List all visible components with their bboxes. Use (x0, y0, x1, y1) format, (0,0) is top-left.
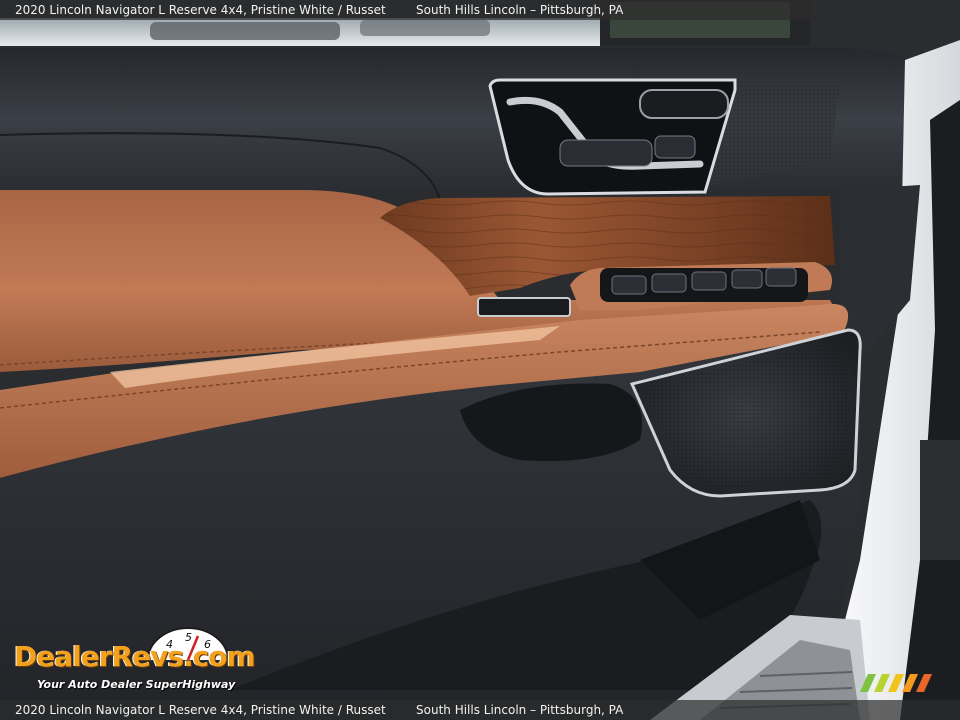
brand-wordmark: DealerRevs.com (14, 640, 256, 673)
parked-car-reflection-2 (360, 20, 490, 36)
vehicle-caption-bottom: 2020 Lincoln Navigator L Reserve 4x4, Pr… (15, 703, 386, 717)
dealer-caption: South Hills Lincoln – Pittsburgh, PA (416, 3, 624, 17)
brand-tagline: Your Auto Dealer SuperHighway (37, 678, 236, 691)
photo-frame: 2020 Lincoln Navigator L Reserve 4x4, Pr… (0, 0, 960, 720)
caption-bar-top: 2020 Lincoln Navigator L Reserve 4x4, Pr… (0, 0, 960, 20)
pull-handle-chrome (477, 297, 571, 317)
dealerrevs-logo: 4 5 6 DealerRevs.com Your Auto Dealer Su… (10, 626, 266, 696)
floor-grille (920, 440, 960, 560)
stripes-logo (860, 674, 932, 692)
parked-car-reflection (150, 22, 340, 40)
dealer-caption-bottom: South Hills Lincoln – Pittsburgh, PA (416, 703, 624, 717)
seat-memory-control-icon (639, 89, 729, 119)
vehicle-caption: 2020 Lincoln Navigator L Reserve 4x4, Pr… (15, 3, 386, 17)
caption-bar-bottom: 2020 Lincoln Navigator L Reserve 4x4, Pr… (0, 700, 960, 720)
door-interior-photo (0, 0, 960, 720)
